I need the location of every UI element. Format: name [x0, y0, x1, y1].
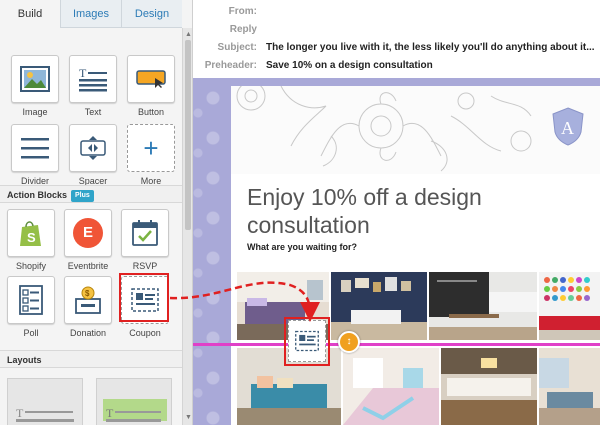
divider-icon — [11, 124, 59, 172]
block-text[interactable]: T Text — [69, 55, 117, 119]
svg-text:S: S — [27, 230, 36, 245]
block-spacer[interactable]: Spacer — [69, 124, 117, 188]
from-row[interactable]: From: — [193, 2, 600, 21]
reply-row[interactable]: Reply — [193, 20, 600, 39]
donation-icon: $ — [64, 276, 112, 324]
basic-blocks-grid: Image T Text Button Divider Spacer + Mor… — [11, 55, 175, 188]
email-headline[interactable]: Enjoy 10% off a design consultation — [247, 183, 547, 239]
photo-stairs-room[interactable] — [343, 348, 439, 425]
svg-text:T: T — [79, 66, 87, 80]
preheader-row[interactable]: Preheader: Save 10% on a design consulta… — [193, 56, 600, 75]
svg-text:$: $ — [85, 289, 90, 298]
plus-icon: + — [127, 124, 175, 172]
photo-office[interactable] — [429, 272, 537, 340]
layouts-header: Layouts — [0, 350, 182, 368]
subject-value: The longer you live with it, the less li… — [266, 42, 595, 53]
email-subhead[interactable]: What are you waiting for? — [247, 242, 357, 252]
svg-text:T: T — [106, 406, 114, 420]
coupon-highlight-box — [119, 273, 169, 322]
drop-handle-icon[interactable]: ↕ — [338, 331, 360, 353]
block-shopify[interactable]: S Shopify — [7, 209, 55, 273]
photo-kitchen[interactable] — [441, 348, 537, 425]
photo-gallery-wall[interactable] — [331, 272, 427, 340]
scrollbar-thumb[interactable] — [185, 40, 191, 230]
rsvp-icon — [121, 209, 169, 257]
tab-design[interactable]: Design — [122, 0, 182, 28]
eventbrite-icon: E — [64, 209, 112, 257]
subject-row[interactable]: Subject: The longer you live with it, th… — [193, 38, 600, 57]
email-body: A Enjoy 10% off a design consultation Wh… — [231, 86, 600, 425]
scroll-down-icon[interactable]: ▼ — [185, 414, 192, 421]
panel-tabs: Build Images Design — [0, 0, 182, 28]
drop-target-line — [193, 343, 600, 346]
spacer-icon — [69, 124, 117, 172]
text-icon: T — [69, 55, 117, 103]
image-icon — [11, 55, 59, 103]
block-poll[interactable]: Poll — [7, 276, 55, 340]
block-image[interactable]: Image — [11, 55, 59, 119]
editor-area: From: Reply Subject: The longer you live… — [193, 0, 600, 425]
tab-build[interactable]: Build — [0, 0, 61, 28]
poll-icon — [7, 276, 55, 324]
plus-badge: Plus — [71, 189, 94, 202]
block-more[interactable]: + More — [127, 124, 175, 188]
block-donation[interactable]: $ Donation — [64, 276, 112, 340]
button-icon — [127, 55, 175, 103]
tab-images[interactable]: Images — [61, 0, 122, 28]
action-blocks-header: Action Blocks Plus — [0, 185, 182, 203]
svg-text:T: T — [16, 406, 24, 420]
crest-logo: A — [551, 106, 585, 146]
floral-header-image: A — [231, 86, 600, 174]
panel-scrollbar[interactable]: ▲ ▼ — [182, 28, 192, 425]
block-button[interactable]: Button — [127, 55, 175, 119]
block-divider[interactable]: Divider — [11, 124, 59, 188]
block-eventbrite[interactable]: E Eventbrite — [64, 209, 112, 273]
block-rsvp[interactable]: RSVP — [121, 209, 169, 273]
photo-living-room[interactable] — [539, 348, 600, 425]
shopify-icon: S — [7, 209, 55, 257]
drop-highlight-box — [284, 317, 330, 366]
photo-colorful-wall[interactable] — [539, 272, 600, 340]
svg-text:A: A — [561, 118, 574, 138]
preheader-value: Save 10% on a design consultation — [266, 60, 433, 71]
layout-text-left[interactable]: T — [7, 378, 83, 425]
layout-image-text[interactable]: T — [96, 378, 172, 425]
scroll-up-icon[interactable]: ▲ — [185, 31, 192, 38]
block-panel: Build Images Design ▲ ▼ Image T Text But… — [0, 0, 193, 425]
email-canvas: A Enjoy 10% off a design consultation Wh… — [193, 78, 600, 425]
